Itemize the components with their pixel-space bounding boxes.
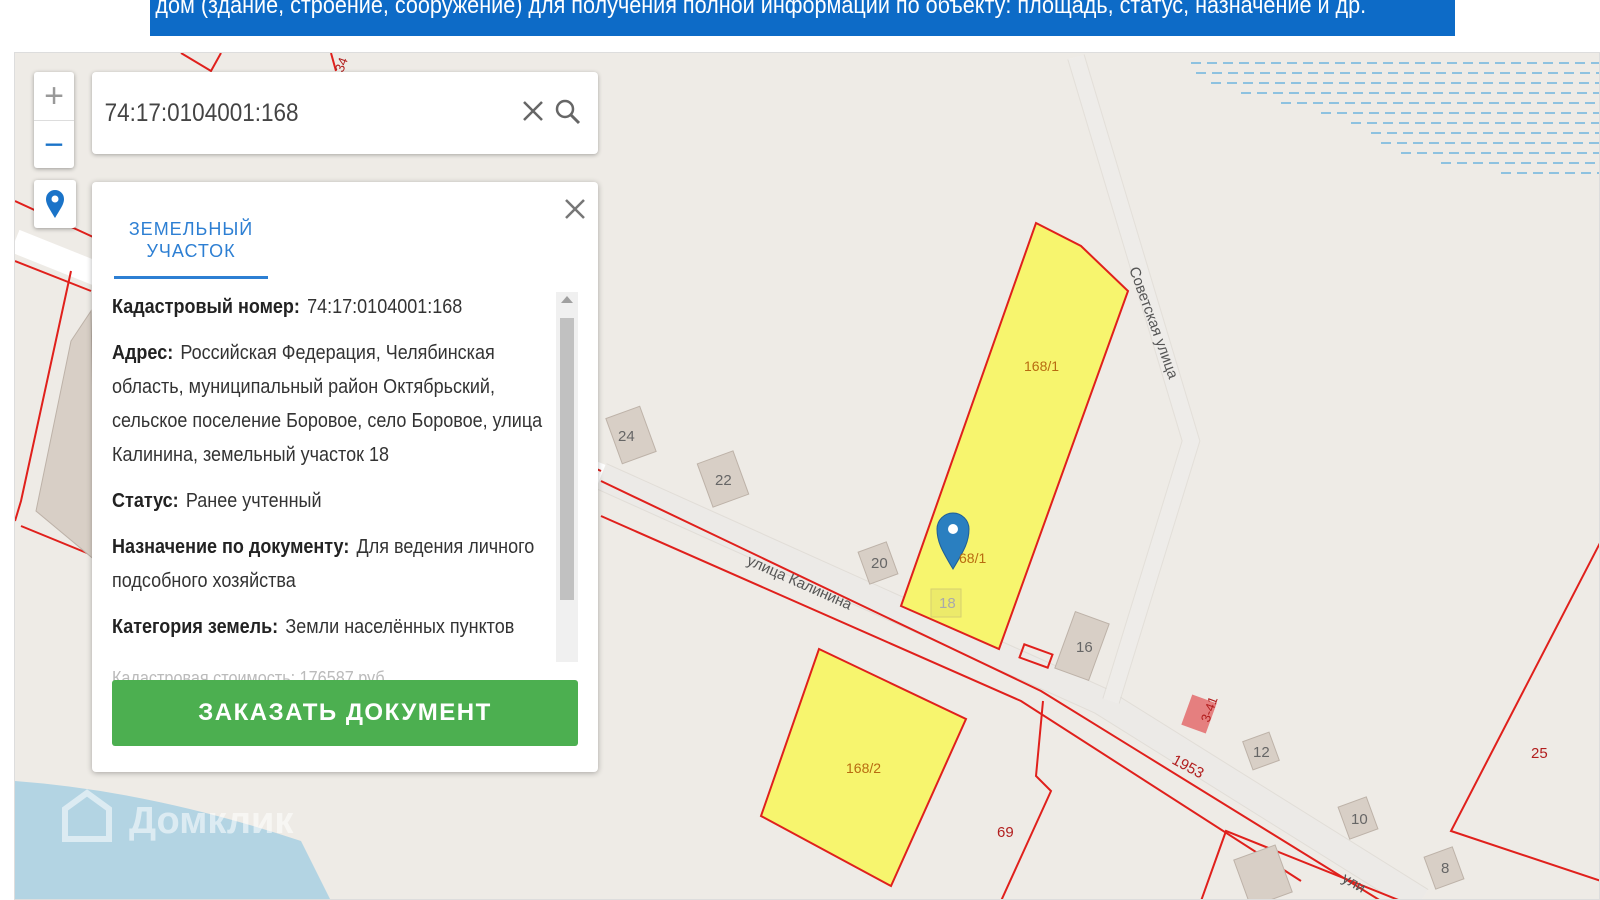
close-icon[interactable] [562, 196, 588, 227]
object-info-panel: ЗЕМЕЛЬНЫЙ УЧАСТОК Кадастровый номер: 74:1… [92, 182, 598, 772]
info-banner: дом (здание, строение, сооружение) для п… [150, 0, 1455, 36]
clear-icon[interactable] [520, 98, 546, 129]
parcel-label-168-1-pin: 68/1 [959, 550, 986, 566]
field-address: Адрес: Российская Федерация, Челябинская … [112, 336, 562, 472]
banner-text: дом (здание, строение, сооружение) для п… [155, 0, 1367, 19]
search-icon[interactable] [554, 98, 582, 131]
field-value: Российская Федерация, Челябинская област… [112, 342, 543, 466]
search-input[interactable] [92, 97, 467, 129]
house-number: 24 [618, 428, 635, 445]
house-number: 18 [939, 595, 956, 612]
field-status: Статус: Ранее учтенный [112, 484, 562, 518]
house-number: 22 [715, 472, 732, 489]
house-number: 10 [1351, 811, 1368, 828]
locate-button[interactable] [34, 180, 76, 228]
zoom-in-button[interactable]: + [34, 72, 74, 120]
zoom-control: + − [34, 72, 74, 168]
panel-scrollbar[interactable] [556, 292, 578, 662]
scrollbar-thumb[interactable] [560, 318, 574, 600]
field-label: Кадастровый номер: [112, 296, 300, 318]
street-label-sovetskaya: Советская улица [1125, 265, 1181, 382]
field-value: Земли населённых пунктов [285, 616, 515, 638]
object-details: Кадастровый номер: 74:17:0104001:168 Адре… [112, 290, 560, 656]
field-land-category: Категория земель: Земли населённых пункто… [112, 610, 562, 644]
field-value: 74:17:0104001:168 [307, 296, 463, 318]
parcel-168-1[interactable] [899, 221, 1130, 651]
scroll-up-icon[interactable] [561, 296, 573, 303]
field-label: Статус: [112, 490, 179, 512]
field-label: Категория земель: [112, 616, 279, 638]
tab-land-plot[interactable]: ЗЕМЕЛЬНЫЙ УЧАСТОК [114, 218, 268, 279]
house-number: 12 [1253, 744, 1270, 761]
house-number: 16 [1076, 639, 1093, 656]
zoom-out-button[interactable]: − [34, 120, 74, 169]
house-number: 8 [1441, 860, 1449, 877]
parcel-number: 25 [1531, 745, 1548, 762]
parcel-number: 69 [997, 824, 1014, 841]
location-pin-icon [46, 190, 64, 218]
house-number: 20 [871, 555, 888, 572]
watermark-text: Домклик [129, 800, 294, 842]
order-document-button[interactable]: ЗАКАЗАТЬ ДОКУМЕНТ [112, 680, 578, 746]
field-label: Адрес: [112, 342, 174, 364]
field-purpose: Назначение по документу: Для ведения личн… [112, 530, 562, 598]
parcel-label-168-2: 168/2 [846, 760, 881, 776]
field-cadastral-number: Кадастровый номер: 74:17:0104001:168 [112, 290, 562, 324]
field-value: Ранее учтенный [185, 490, 322, 512]
marsh-area [1191, 62, 1599, 174]
parcel-label-168-1: 168/1 [1024, 358, 1059, 374]
field-label: Назначение по документу: [112, 536, 350, 558]
search-box [92, 72, 598, 154]
